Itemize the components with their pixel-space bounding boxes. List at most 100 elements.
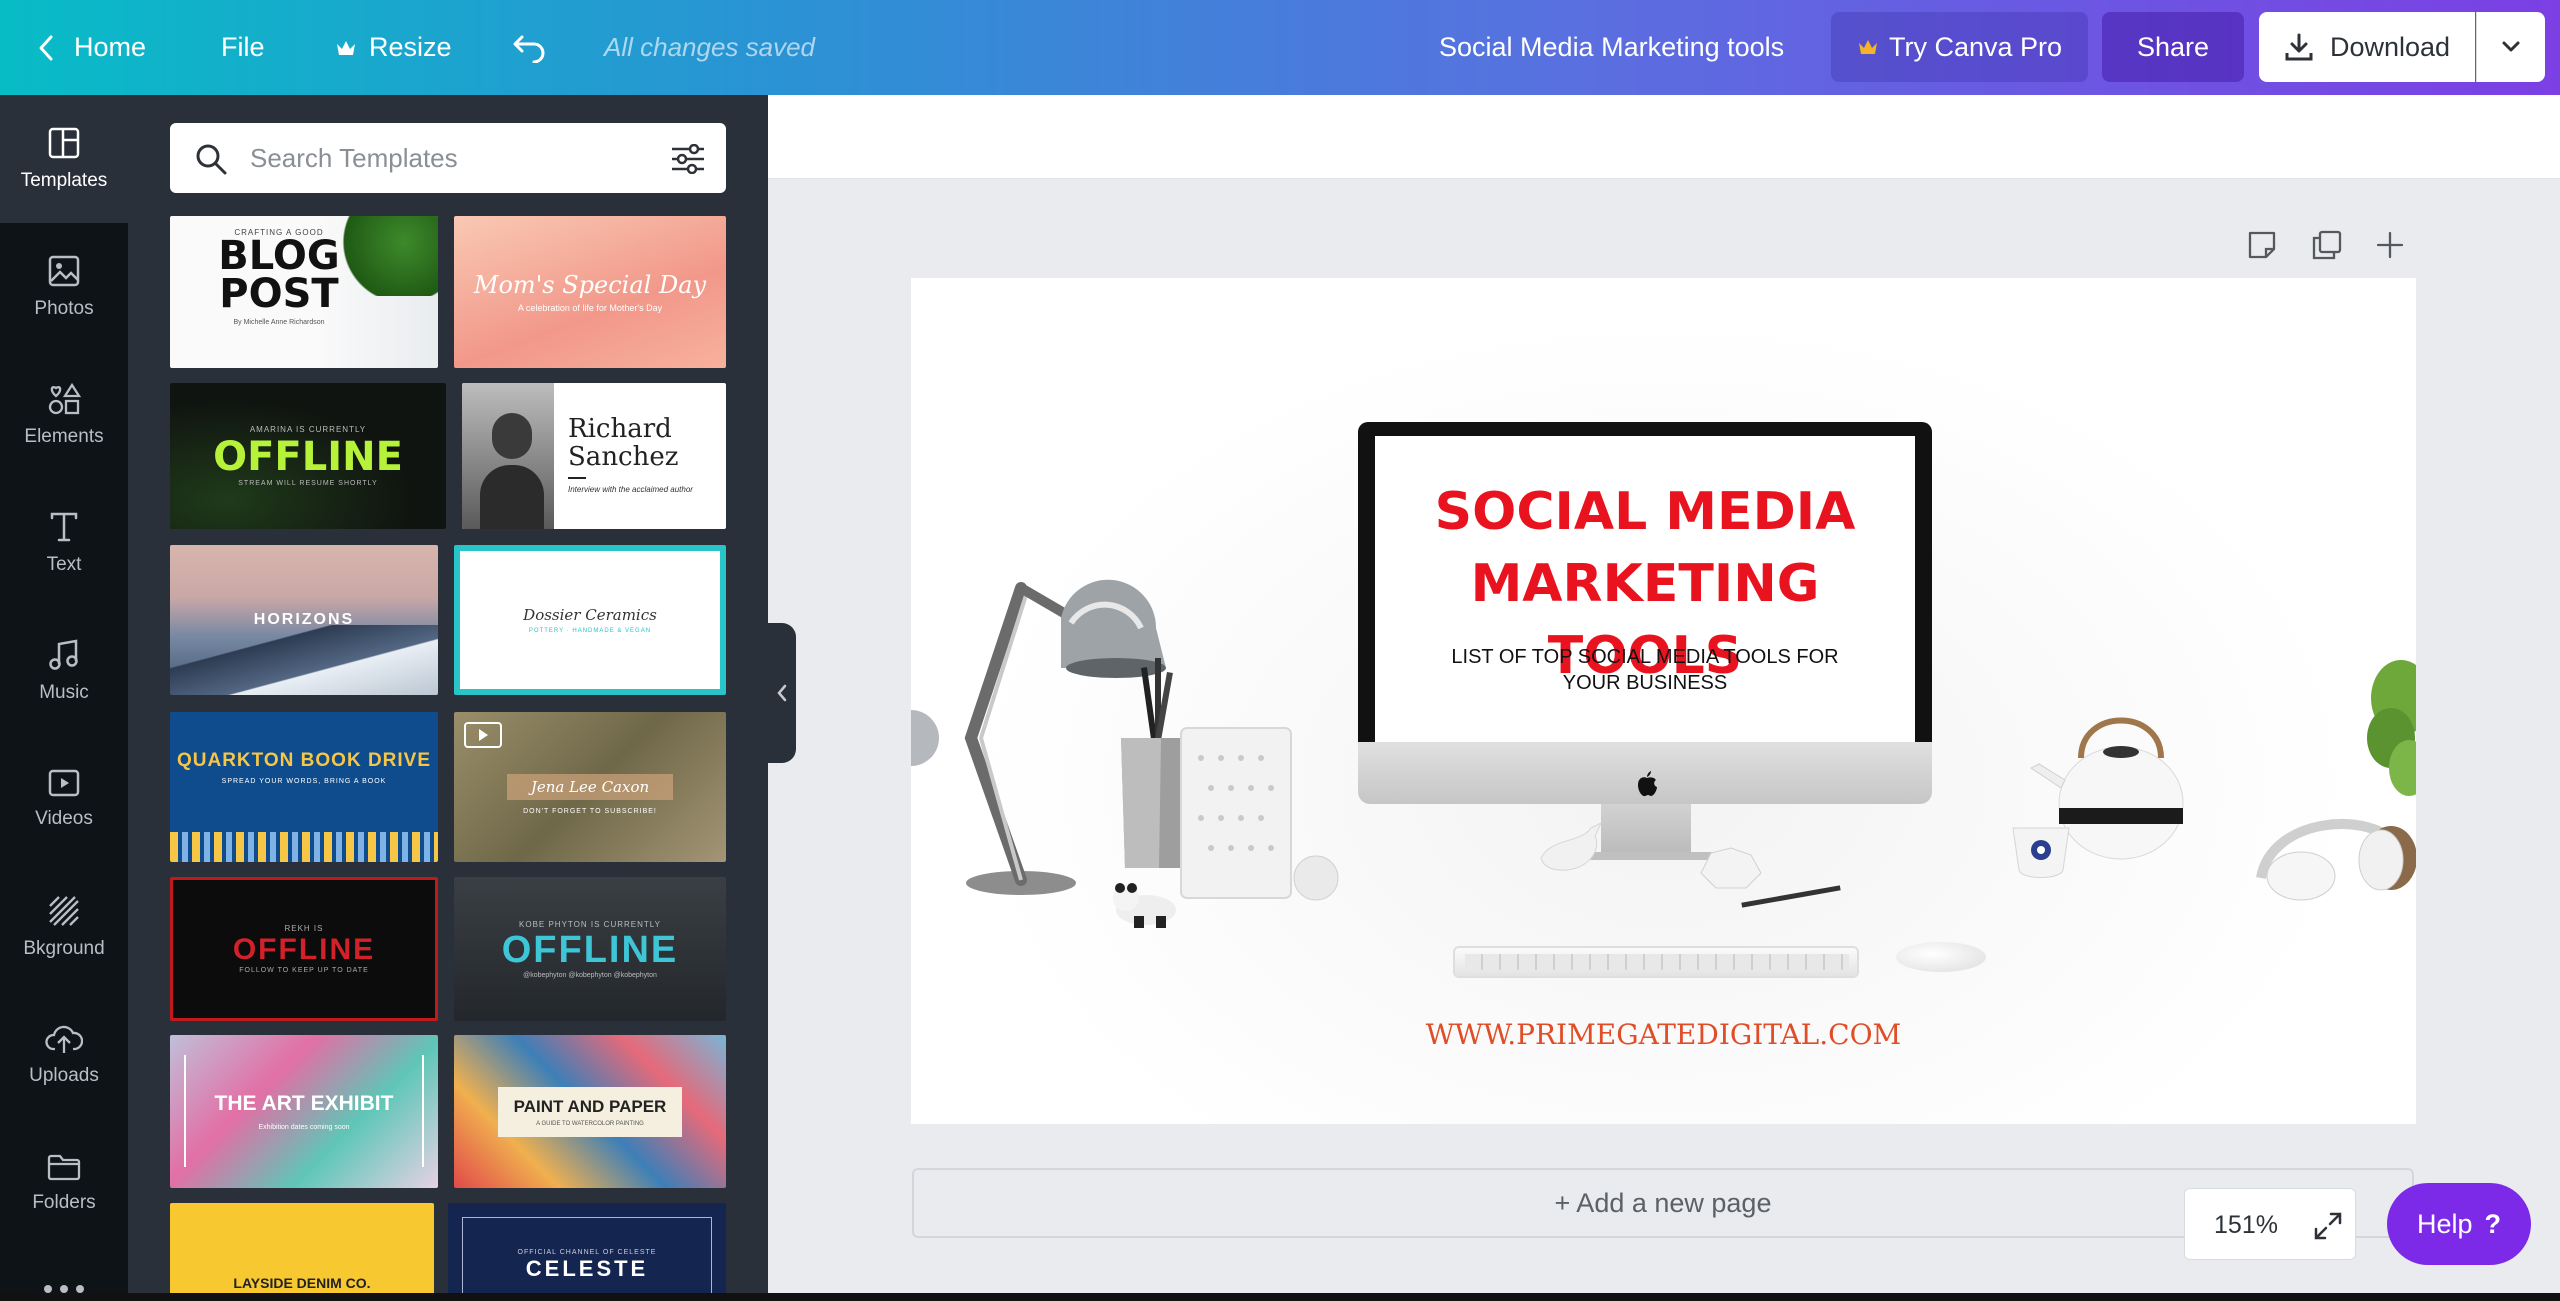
folders-icon xyxy=(47,1154,81,1181)
share-button[interactable]: Share xyxy=(2102,12,2244,82)
apple-logo-icon xyxy=(1638,771,1657,797)
template-blog-post[interactable]: CRAFTING A GOOD BLOG POST By Michelle An… xyxy=(170,216,438,368)
rail-item-videos[interactable]: Videos xyxy=(0,735,128,863)
zoom-level[interactable]: 151% xyxy=(2185,1189,2307,1261)
chevron-left-icon xyxy=(777,684,787,702)
home-button[interactable]: Home xyxy=(36,0,146,95)
template-text: @kobephyton @kobephyton @kobephyton xyxy=(523,971,657,979)
background-icon xyxy=(49,896,79,926)
photos-icon xyxy=(48,255,80,287)
rail-item-elements[interactable]: Elements xyxy=(0,351,128,479)
download-options-button[interactable] xyxy=(2476,12,2545,82)
template-text: AMARINA IS CURRENTLY xyxy=(249,425,367,434)
top-bar: Home File Resize All changes saved Socia… xyxy=(0,0,2560,95)
note-icon[interactable] xyxy=(2246,229,2278,261)
canvas-toolbar xyxy=(768,95,2560,179)
rail-item-background[interactable]: Bkground xyxy=(0,863,128,991)
templates-panel: Search Templates CRAFTING A GOOD BLOG PO… xyxy=(128,95,768,1301)
share-label: Share xyxy=(2136,31,2210,62)
download-button[interactable]: Download xyxy=(2259,12,2475,82)
plant-image[interactable] xyxy=(2351,658,2416,808)
window-bottom-edge xyxy=(0,1293,2560,1301)
undo-button[interactable] xyxy=(512,0,548,95)
search-input[interactable]: Search Templates xyxy=(250,123,458,193)
template-layside-denim[interactable]: LAYSIDE DENIM CO. xyxy=(170,1203,434,1301)
template-text: OFFLINE xyxy=(232,933,376,966)
rail-label-folders: Folders xyxy=(32,1192,96,1213)
keyboard-image[interactable] xyxy=(1453,946,1859,978)
template-text: Jena Lee Caxon xyxy=(530,778,650,796)
subtitle-line-2[interactable]: YOUR BUSINESS xyxy=(1375,670,1915,696)
mouse-image[interactable] xyxy=(1896,942,1986,972)
template-text: BLOG xyxy=(218,233,340,279)
template-text: Exhibition dates coming soon xyxy=(258,1124,350,1131)
tea-cup-image[interactable] xyxy=(2003,818,2083,888)
template-offline-amarina[interactable]: AMARINA IS CURRENTLY OFFLINE STREAM WILL… xyxy=(170,383,446,529)
help-label: Help xyxy=(2416,1208,2473,1239)
zoom-control[interactable]: 151% xyxy=(2184,1188,2356,1260)
try-canva-pro-button[interactable]: Try Canva Pro xyxy=(1831,12,2088,82)
website-url[interactable]: WWW.PRIMEGATEDIGITAL.COM xyxy=(911,1018,2416,1051)
template-quarkton-book-drive[interactable]: QUARKTON BOOK DRIVE SPREAD YOUR WORDS, B… xyxy=(170,712,438,862)
monitor-screen[interactable]: SOCIAL MEDIA MARKETING TOOLS LIST OF TOP… xyxy=(1375,436,1915,742)
template-text: OFFLINE xyxy=(213,434,403,480)
template-text: A celebration of life for Mother's Day xyxy=(517,303,663,313)
template-richard-sanchez[interactable]: Richard Sanchez Interview with the accla… xyxy=(462,383,726,529)
uploads-icon xyxy=(45,1025,83,1053)
template-text: POTTERY · HANDMADE & VEGAN xyxy=(528,628,652,634)
template-moms-special-day[interactable]: Mom's Special Day A celebration of life … xyxy=(454,216,726,368)
rail-item-text[interactable]: Text xyxy=(0,479,128,607)
rail-label-photos: Photos xyxy=(34,298,94,319)
template-dossier-ceramics[interactable]: Dossier Ceramics POTTERY · HANDMADE & VE… xyxy=(454,545,726,695)
panda-figurine-image[interactable] xyxy=(1106,878,1186,928)
template-paint-and-paper[interactable]: PAINT AND PAPER A GUIDE TO WATERCOLOR PA… xyxy=(454,1035,726,1188)
rail-label-elements: Elements xyxy=(24,426,104,447)
template-text: LAYSIDE DENIM CO. xyxy=(233,1275,371,1291)
rail-item-music[interactable]: Music xyxy=(0,607,128,735)
headphones-image[interactable] xyxy=(2231,798,2416,908)
rail-item-uploads[interactable]: Uploads xyxy=(0,991,128,1119)
rail-item-templates[interactable]: Templates xyxy=(0,95,128,223)
crumpled-paper-image[interactable] xyxy=(1696,843,1766,893)
template-text: PAINT AND PAPER xyxy=(513,1096,667,1116)
template-art-exhibit[interactable]: THE ART EXHIBIT Exhibition dates coming … xyxy=(170,1035,438,1188)
more-dots-icon[interactable] xyxy=(44,1285,84,1293)
subtitle-line-1[interactable]: LIST OF TOP SOCIAL MEDIA TOOLS FOR xyxy=(1375,644,1915,670)
expand-icon[interactable] xyxy=(2313,1211,2343,1241)
add-page-icon[interactable] xyxy=(2374,229,2406,261)
file-menu[interactable]: File xyxy=(221,0,265,95)
rail-label-background: Bkground xyxy=(23,938,105,959)
template-celeste[interactable]: OFFICIAL CHANNEL OF CELESTE CELESTE xyxy=(448,1203,726,1301)
collapse-panel-button[interactable] xyxy=(768,623,796,763)
rail-item-photos[interactable]: Photos xyxy=(0,223,128,351)
search-icon xyxy=(196,144,227,175)
headline-line-1[interactable]: SOCIAL MEDIA xyxy=(1375,476,1915,548)
duplicate-page-icon[interactable] xyxy=(2311,229,2343,261)
save-status: All changes saved xyxy=(604,32,816,62)
template-offline-kobe[interactable]: KOBE PHYTON IS CURRENTLY OFFLINE @kobeph… xyxy=(454,877,726,1021)
rail-item-folders[interactable]: Folders xyxy=(0,1119,128,1247)
template-horizons[interactable]: HORIZONS xyxy=(170,545,438,695)
download-label: Download xyxy=(2329,31,2451,62)
template-text: POST xyxy=(219,271,339,317)
music-icon xyxy=(49,639,78,670)
template-text: FOLLOW TO KEEP UP TO DATE xyxy=(239,967,369,974)
template-text: QUARKTON BOOK DRIVE xyxy=(176,749,432,771)
rail-label-templates: Templates xyxy=(20,170,108,191)
template-offline-rekh[interactable]: REKH IS OFFLINE FOLLOW TO KEEP UP TO DAT… xyxy=(170,877,438,1021)
design-page[interactable]: SOCIAL MEDIA MARKETING TOOLS LIST OF TOP… xyxy=(911,278,2416,1124)
search-box[interactable]: Search Templates xyxy=(170,123,726,193)
template-text: REKH IS xyxy=(284,924,324,933)
chevron-down-icon xyxy=(2502,41,2520,52)
text-icon xyxy=(50,512,78,542)
template-text: Interview with the acclaimed author xyxy=(568,485,693,494)
rail-label-text: Text xyxy=(46,554,82,575)
help-button[interactable]: Help ? xyxy=(2387,1183,2531,1265)
templates-icon xyxy=(48,127,80,159)
resize-button[interactable]: Resize xyxy=(335,0,452,95)
bird-figurine-image[interactable] xyxy=(1531,818,1621,878)
template-jena-lee-caxon[interactable]: Jena Lee Caxon DON'T FORGET TO SUBSCRIBE… xyxy=(454,712,726,862)
filter-icon[interactable] xyxy=(670,144,706,174)
template-text: CELESTE xyxy=(525,1255,649,1281)
document-title[interactable]: Social Media Marketing tools xyxy=(1439,0,1784,95)
